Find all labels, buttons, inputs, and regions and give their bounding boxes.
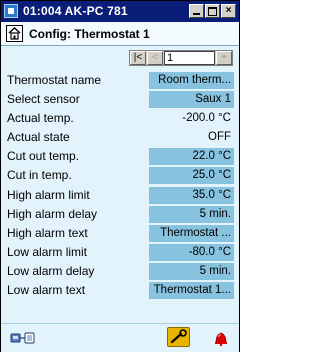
network-icon[interactable]: [10, 330, 36, 346]
param-label: Cut out temp.: [7, 149, 80, 164]
param-value[interactable]: Thermostat ...: [149, 224, 234, 242]
bottom-toolbar: [1, 323, 239, 352]
param-value[interactable]: 25.0 °C: [149, 167, 234, 185]
param-row-cut-out-temp: Cut out temp. 22.0 °C: [1, 147, 239, 166]
param-value[interactable]: 22.0 °C: [149, 148, 234, 166]
param-value[interactable]: 5 min.: [149, 262, 234, 280]
param-label: Low alarm delay: [7, 263, 95, 278]
item-number-value: 1: [167, 52, 174, 64]
parameter-list: Thermostat name Room therm... Select sen…: [1, 71, 239, 300]
param-value[interactable]: -80.0 °C: [149, 243, 234, 261]
param-label: Actual state: [7, 130, 70, 145]
item-number-field[interactable]: 1: [164, 51, 215, 65]
param-row-actual-state: Actual state OFF: [1, 128, 239, 147]
param-label: High alarm limit: [7, 187, 90, 202]
param-row-low-alarm-limit: Low alarm limit -80.0 °C: [1, 243, 239, 262]
param-value: OFF: [208, 131, 231, 144]
param-value: -200.0 °C: [182, 112, 231, 125]
param-row-actual-temp: Actual temp. -200.0 °C: [1, 109, 239, 128]
app-icon: [4, 4, 18, 18]
param-row-select-sensor: Select sensor Saux 1: [1, 90, 239, 109]
param-label: High alarm text: [7, 225, 88, 240]
param-row-high-alarm-text: High alarm text Thermostat ...: [1, 224, 239, 243]
first-item-button[interactable]: |<: [130, 51, 146, 65]
param-value[interactable]: Saux 1: [149, 91, 234, 109]
close-button[interactable]: ×: [221, 4, 236, 18]
param-row-high-alarm-delay: High alarm delay 5 min.: [1, 205, 239, 224]
page-header: Config: Thermostat 1: [1, 22, 239, 46]
param-value[interactable]: Thermostat 1...: [149, 282, 234, 300]
thermostat-navigator: |< < 1 +: [129, 50, 233, 66]
param-label: Cut in temp.: [7, 168, 72, 183]
param-value[interactable]: 35.0 °C: [149, 186, 234, 204]
param-row-high-alarm-limit: High alarm limit 35.0 °C: [1, 186, 239, 205]
param-label: Actual temp.: [7, 111, 74, 126]
wrench-icon[interactable]: [167, 327, 190, 347]
title-bar[interactable]: 01:004 AK-PC 781 ×: [1, 1, 239, 22]
param-label: High alarm delay: [7, 206, 98, 221]
previous-item-button[interactable]: <: [147, 51, 163, 65]
home-icon[interactable]: [6, 25, 23, 42]
param-value[interactable]: Room therm...: [149, 72, 234, 89]
window-title: 01:004 AK-PC 781: [23, 4, 128, 18]
next-item-button[interactable]: +: [216, 51, 232, 65]
param-row-low-alarm-text: Low alarm text Thermostat 1...: [1, 281, 239, 300]
alarm-bell-icon[interactable]: [214, 330, 228, 347]
param-value[interactable]: 5 min.: [149, 205, 234, 223]
param-label: Thermostat name: [7, 73, 102, 87]
app-window: 01:004 AK-PC 781 × Config: Thermostat 1 …: [0, 0, 240, 352]
minimize-button[interactable]: [189, 4, 204, 18]
param-label: Select sensor: [7, 92, 80, 107]
param-row-low-alarm-delay: Low alarm delay 5 min.: [1, 262, 239, 281]
maximize-button[interactable]: [205, 4, 220, 18]
page-title: Config: Thermostat 1: [29, 27, 150, 41]
param-label: Low alarm limit: [7, 244, 88, 259]
param-row-thermostat-name: Thermostat name Room therm...: [1, 71, 239, 90]
param-label: Low alarm text: [7, 283, 86, 298]
param-row-cut-in-temp: Cut in temp. 25.0 °C: [1, 166, 239, 185]
